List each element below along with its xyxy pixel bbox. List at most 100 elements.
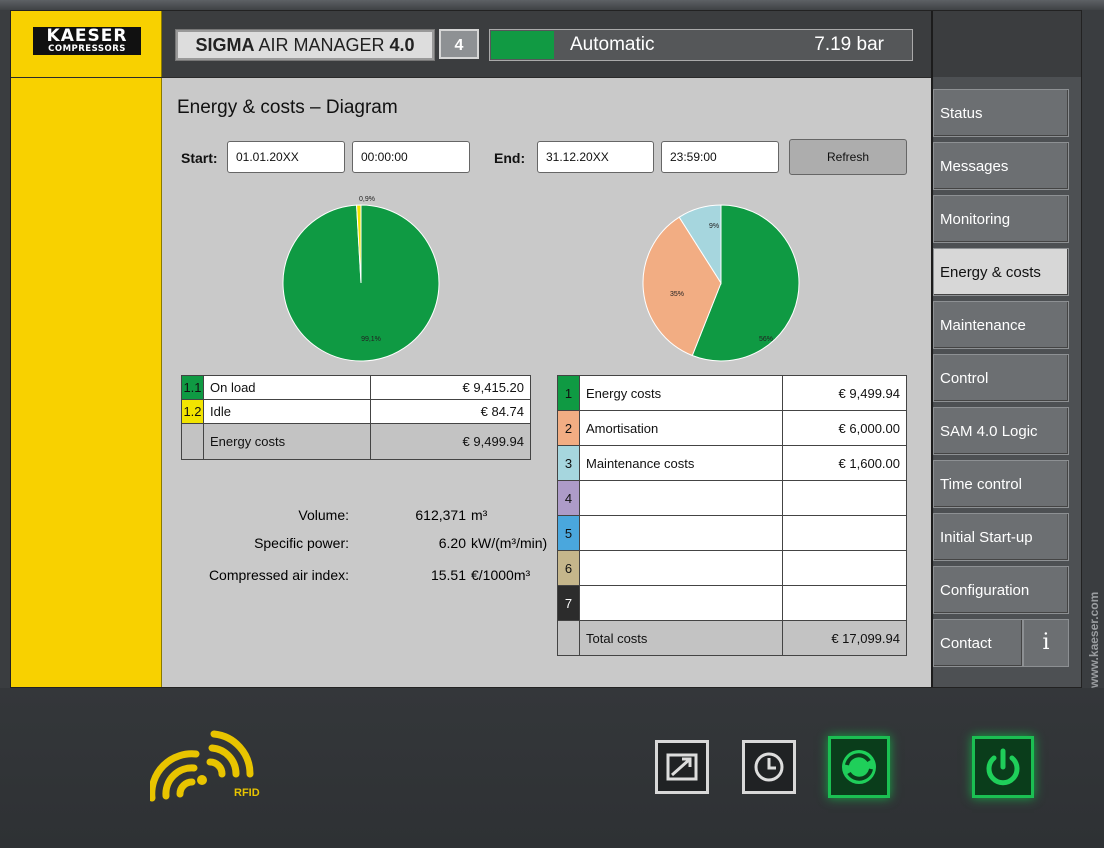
row-number: 1.2 — [181, 399, 204, 424]
total-label: Energy costs — [203, 423, 371, 460]
nav-status[interactable]: Status — [933, 89, 1069, 137]
nav-header-blank — [931, 11, 1081, 77]
start-label: Start: — [181, 150, 218, 166]
refresh-button[interactable]: Refresh — [789, 139, 907, 175]
system-pressure: 7.19 bar — [814, 34, 884, 55]
pie-slice-label: 9% — [709, 223, 719, 230]
power-icon — [986, 748, 1020, 786]
row-value: € 9,415.20 — [370, 375, 531, 400]
pie-slice-label: 35% — [670, 291, 684, 298]
kaeser-logo: KAESER COMPRESSORS — [33, 27, 141, 55]
row-number: 2 — [557, 410, 580, 446]
pie-slice-label: 56% — [759, 336, 773, 343]
row-label — [579, 480, 783, 516]
status-panel: Automatic 7.19 bar — [489, 29, 913, 61]
control-panel: RFID — [0, 688, 1104, 848]
specific-power-label: Specific power: — [254, 535, 349, 551]
nav-configuration[interactable]: Configuration — [933, 566, 1069, 614]
table-row: 1.1 On load € 9,415.20 — [181, 375, 531, 400]
table-row: 4 — [557, 480, 907, 516]
row-label: Energy costs — [579, 375, 783, 411]
svg-text:RFID: RFID — [234, 787, 260, 799]
air-index-value: 15.51 — [430, 567, 466, 583]
specific-power-unit: kW/(m³/min) — [471, 535, 548, 551]
row-value: € 1,600.00 — [782, 445, 907, 481]
row-value — [782, 585, 907, 621]
row-number: 5 — [557, 515, 580, 551]
hmi-screen: KAESER COMPRESSORS SIGMA AIR MANAGER 4.0… — [10, 10, 1082, 688]
end-label: End: — [494, 150, 526, 166]
row-value — [782, 515, 907, 551]
row-number: 1.1 — [181, 375, 204, 400]
row-number: 7 — [557, 585, 580, 621]
status-led — [491, 31, 554, 59]
pie-slice-label: 0,9% — [359, 196, 375, 203]
nav-maintenance[interactable]: Maintenance — [933, 301, 1069, 349]
pie-slice-label: 99,1% — [361, 336, 381, 343]
nav-initial-startup[interactable]: Initial Start-up — [933, 513, 1069, 561]
table-row: 2 Amortisation € 6,000.00 — [557, 410, 907, 446]
auto-mode-icon — [842, 750, 876, 784]
specific-power-value: 6.20 — [438, 535, 466, 551]
total-value: € 9,499.94 — [370, 423, 531, 460]
total-value: € 17,099.94 — [782, 620, 907, 656]
title-rest: AIR MANAGER — [254, 35, 390, 55]
row-number: 3 — [557, 445, 580, 481]
website-label: www.kaeser.com — [1087, 592, 1101, 689]
sidebar-nav: Status Messages Monitoring Energy & cost… — [931, 77, 1081, 687]
total-label: Total costs — [579, 620, 783, 656]
start-time-field[interactable]: 00:00:00 — [352, 141, 470, 173]
row-value — [782, 550, 907, 586]
product-title: SIGMA AIR MANAGER 4.0 — [175, 29, 435, 61]
row-label: Amortisation — [579, 410, 783, 446]
screen-icon — [666, 753, 698, 781]
station-number[interactable]: 4 — [439, 29, 479, 59]
page-title: Energy & costs – Diagram — [177, 97, 398, 118]
header-bar: KAESER COMPRESSORS SIGMA AIR MANAGER 4.0… — [11, 11, 1081, 78]
row-number: 6 — [557, 550, 580, 586]
air-index-unit: €/1000m³ — [471, 567, 531, 583]
nav-sam-logic[interactable]: SAM 4.0 Logic — [933, 407, 1069, 455]
nav-messages[interactable]: Messages — [933, 142, 1069, 190]
volume-unit: m³ — [471, 507, 488, 523]
volume-label: Volume: — [298, 507, 349, 523]
nav-energy-costs[interactable]: Energy & costs — [933, 248, 1069, 296]
end-date-field[interactable]: 31.12.20XX — [537, 141, 654, 173]
table-row: 6 — [557, 550, 907, 586]
logo-area: KAESER COMPRESSORS — [11, 11, 162, 77]
row-value: € 6,000.00 — [782, 410, 907, 446]
row-label: Idle — [203, 399, 371, 424]
display-mode-button[interactable] — [655, 740, 709, 794]
row-number: 1 — [557, 375, 580, 411]
table-total-row: Total costs € 17,099.94 — [557, 620, 907, 656]
logo-line2: COMPRESSORS — [48, 44, 126, 54]
bezel-top — [0, 0, 1104, 10]
table-total-row: Energy costs € 9,499.94 — [181, 423, 531, 460]
title-version: 4.0 — [389, 35, 415, 55]
cost-pie-chart: 56% 35% 9% — [642, 204, 800, 362]
nav-control[interactable]: Control — [933, 354, 1069, 402]
row-value: € 9,499.94 — [782, 375, 907, 411]
end-time-field[interactable]: 23:59:00 — [661, 141, 779, 173]
row-label: On load — [203, 375, 371, 400]
logo-line1: KAESER — [46, 26, 128, 46]
table-row: 7 — [557, 585, 907, 621]
power-button[interactable] — [972, 736, 1034, 798]
row-value — [782, 480, 907, 516]
title-bold: SIGMA — [195, 35, 255, 55]
energy-pie-chart: 99,1% 0,9% — [282, 196, 440, 362]
nav-time-control[interactable]: Time control — [933, 460, 1069, 508]
nav-monitoring[interactable]: Monitoring — [933, 195, 1069, 243]
operating-mode: Automatic — [570, 34, 655, 55]
row-label — [579, 550, 783, 586]
table-row: 3 Maintenance costs € 1,600.00 — [557, 445, 907, 481]
clock-button[interactable] — [742, 740, 796, 794]
nav-contact[interactable]: Contact — [933, 619, 1023, 667]
row-label — [579, 515, 783, 551]
row-number: 4 — [557, 480, 580, 516]
row-label: Maintenance costs — [579, 445, 783, 481]
row-value: € 84.74 — [370, 399, 531, 424]
start-date-field[interactable]: 01.01.20XX — [227, 141, 345, 173]
automatic-mode-button[interactable] — [828, 736, 890, 798]
info-button[interactable]: i — [1023, 619, 1069, 667]
